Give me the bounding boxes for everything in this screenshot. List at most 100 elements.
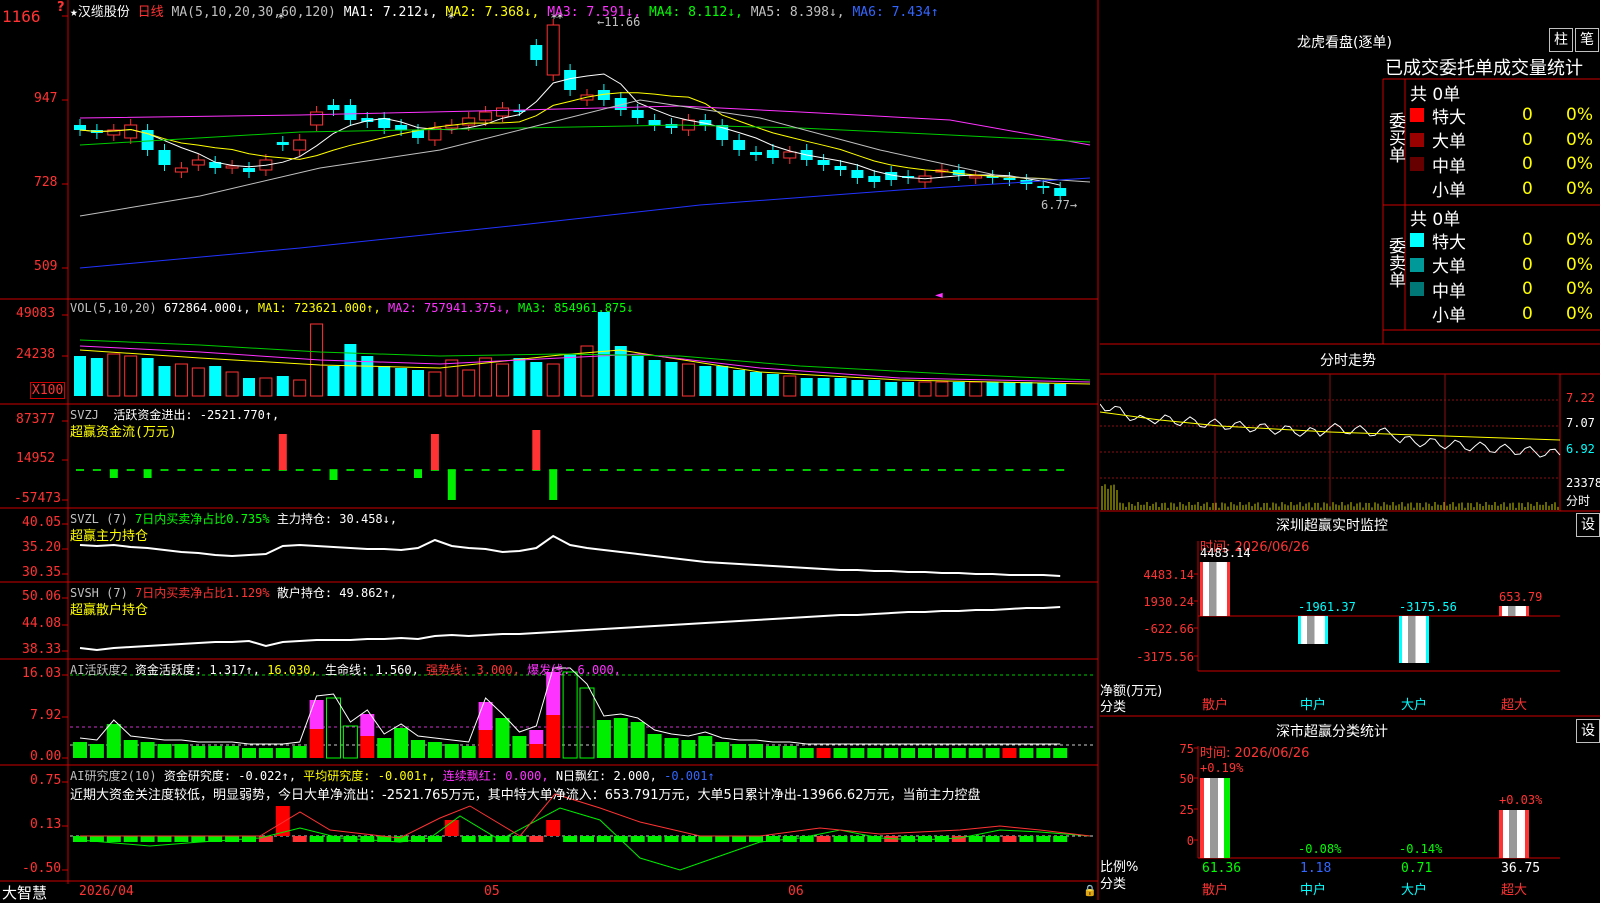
vol-bar (868, 380, 881, 396)
vol-bar (124, 355, 138, 397)
vol-bar (631, 356, 644, 396)
tick-mode-button[interactable]: 笔 (1575, 28, 1599, 52)
ai-bar (596, 720, 611, 758)
cls-pct: +0.03% (1499, 793, 1543, 807)
svsh-ratio: 7日内买卖净占比1.129% (135, 586, 270, 600)
vol-bar (614, 346, 627, 396)
vol-value: 672864.000↓, (163, 301, 251, 315)
vol-bar (750, 372, 762, 396)
research-bar (715, 836, 730, 842)
research-bar (427, 836, 442, 842)
ai-bar (191, 746, 206, 758)
research-bar (630, 836, 645, 842)
info-marker[interactable]: ? (57, 0, 65, 15)
favorite-star-icon[interactable]: ★ (70, 5, 78, 20)
research-bar (985, 836, 1000, 842)
bar-shade (1408, 616, 1416, 663)
vol-bar (225, 371, 239, 397)
cls-val: 61.36 (1202, 861, 1241, 876)
sz-bar-label: -3175.56 (1399, 600, 1457, 614)
row-pct: 0% (1566, 129, 1593, 150)
ai-bar (647, 734, 662, 758)
ai-bar (427, 742, 442, 758)
sell-row: 小单 0 0% (1410, 302, 1600, 327)
ai-bar (106, 724, 121, 758)
ai-bar (613, 718, 628, 758)
candle-body (851, 170, 864, 178)
candle-body (479, 111, 493, 121)
vol-bar (986, 382, 999, 396)
vol-bar (648, 360, 661, 396)
ai-bar (73, 742, 87, 758)
research-bar (580, 836, 594, 842)
ai-bar-burst (309, 700, 324, 729)
cls-tick: 25 (1180, 803, 1194, 817)
svzl-sub: 超赢主力持仓 (70, 529, 149, 544)
ai-bar (765, 746, 780, 758)
lock-icon[interactable]: 🔒 (1083, 884, 1097, 897)
svzj-value: 活跃资金进出: -2521.770↑, (113, 408, 280, 422)
research-bar (106, 836, 121, 842)
research-bar (309, 836, 324, 842)
left-chart-area[interactable]: * * ** ◄ 1166 947 728 509 49083 24238 X100 … (0, 0, 1100, 902)
sz-tick: -622.66 (1143, 622, 1194, 636)
research-bar (157, 836, 172, 842)
ai-bar-burst (529, 730, 544, 744)
svsh-value: 散户持仓: 49.862↑, (276, 586, 398, 600)
candle-body (834, 166, 847, 170)
x-axis-date: 05 (484, 884, 500, 899)
candle-body (310, 111, 324, 126)
research-tick: 0.75 (30, 773, 62, 788)
ai-bar (951, 748, 966, 758)
vol-bar (259, 377, 273, 397)
ai-active-header: AI活跃度2 资金活跃度: 1.317↑, 16.030, 生命线: 1.560… (70, 661, 621, 678)
ai-bar (934, 748, 949, 758)
bar-mode-button[interactable]: 柱 (1549, 28, 1573, 52)
research-bar-up (546, 820, 561, 836)
period-label[interactable]: 日线 (138, 5, 164, 20)
cls-tick: 0 (1187, 834, 1194, 848)
vol-bar (496, 363, 509, 397)
ai-bar (850, 748, 865, 758)
cls-val: 0.71 (1401, 861, 1432, 876)
ai-research-label: AI研究度2(10) (70, 769, 157, 783)
candle-body (868, 176, 881, 182)
svsh-tick: 38.33 (22, 642, 62, 657)
cls-tick: 50 (1180, 772, 1194, 786)
color-swatch (1410, 257, 1424, 272)
vol-bar (74, 356, 86, 396)
research-bar (918, 836, 932, 842)
buy-total: 共 0单 (1410, 85, 1461, 105)
intraday-chart (1100, 374, 1561, 511)
candle-body (158, 150, 171, 165)
research-bar (191, 836, 206, 842)
candle-body (174, 167, 188, 173)
sell-total: 共 0单 (1410, 210, 1461, 230)
research-bar (512, 836, 527, 842)
ma2-value: MA2: 7.368↓, (445, 5, 540, 20)
cls-cat: 大户 (1401, 882, 1427, 898)
buy-row: 中单 0 0% (1410, 152, 1600, 177)
bar-shade (1307, 616, 1315, 644)
stats-title: 已成交委托单成交量统计 (1385, 58, 1583, 79)
buy-side-label: 委买单 (1385, 112, 1405, 163)
cls-pct: +0.19% (1200, 761, 1244, 775)
ai-bar-hollow (562, 671, 578, 759)
research-bar (326, 836, 341, 842)
vol-bar (681, 363, 695, 397)
research-bar (647, 836, 662, 842)
research-bar (225, 836, 240, 842)
ma6-line (79, 177, 1091, 269)
research-bar (664, 836, 679, 842)
ma6-value: MA6: 7.434↑ (852, 5, 939, 20)
row-name: 小单 (1432, 306, 1466, 327)
research-bar (749, 836, 763, 842)
cls-pct: -0.14% (1399, 842, 1443, 856)
ai-active-v2: 16.030, (267, 663, 318, 677)
ma5-value: MA5: 8.398↓, (750, 5, 845, 20)
row-name: 大单 (1432, 132, 1466, 153)
burst-line-value: 爆发线: 6.000, (527, 663, 621, 677)
research-comment: 近期大资金关注度较低，明显弱势，今日大单净流出：-2521.765万元，其中特大… (70, 788, 981, 803)
vol-bar (902, 382, 915, 396)
svzl-tick: 30.35 (22, 565, 62, 580)
